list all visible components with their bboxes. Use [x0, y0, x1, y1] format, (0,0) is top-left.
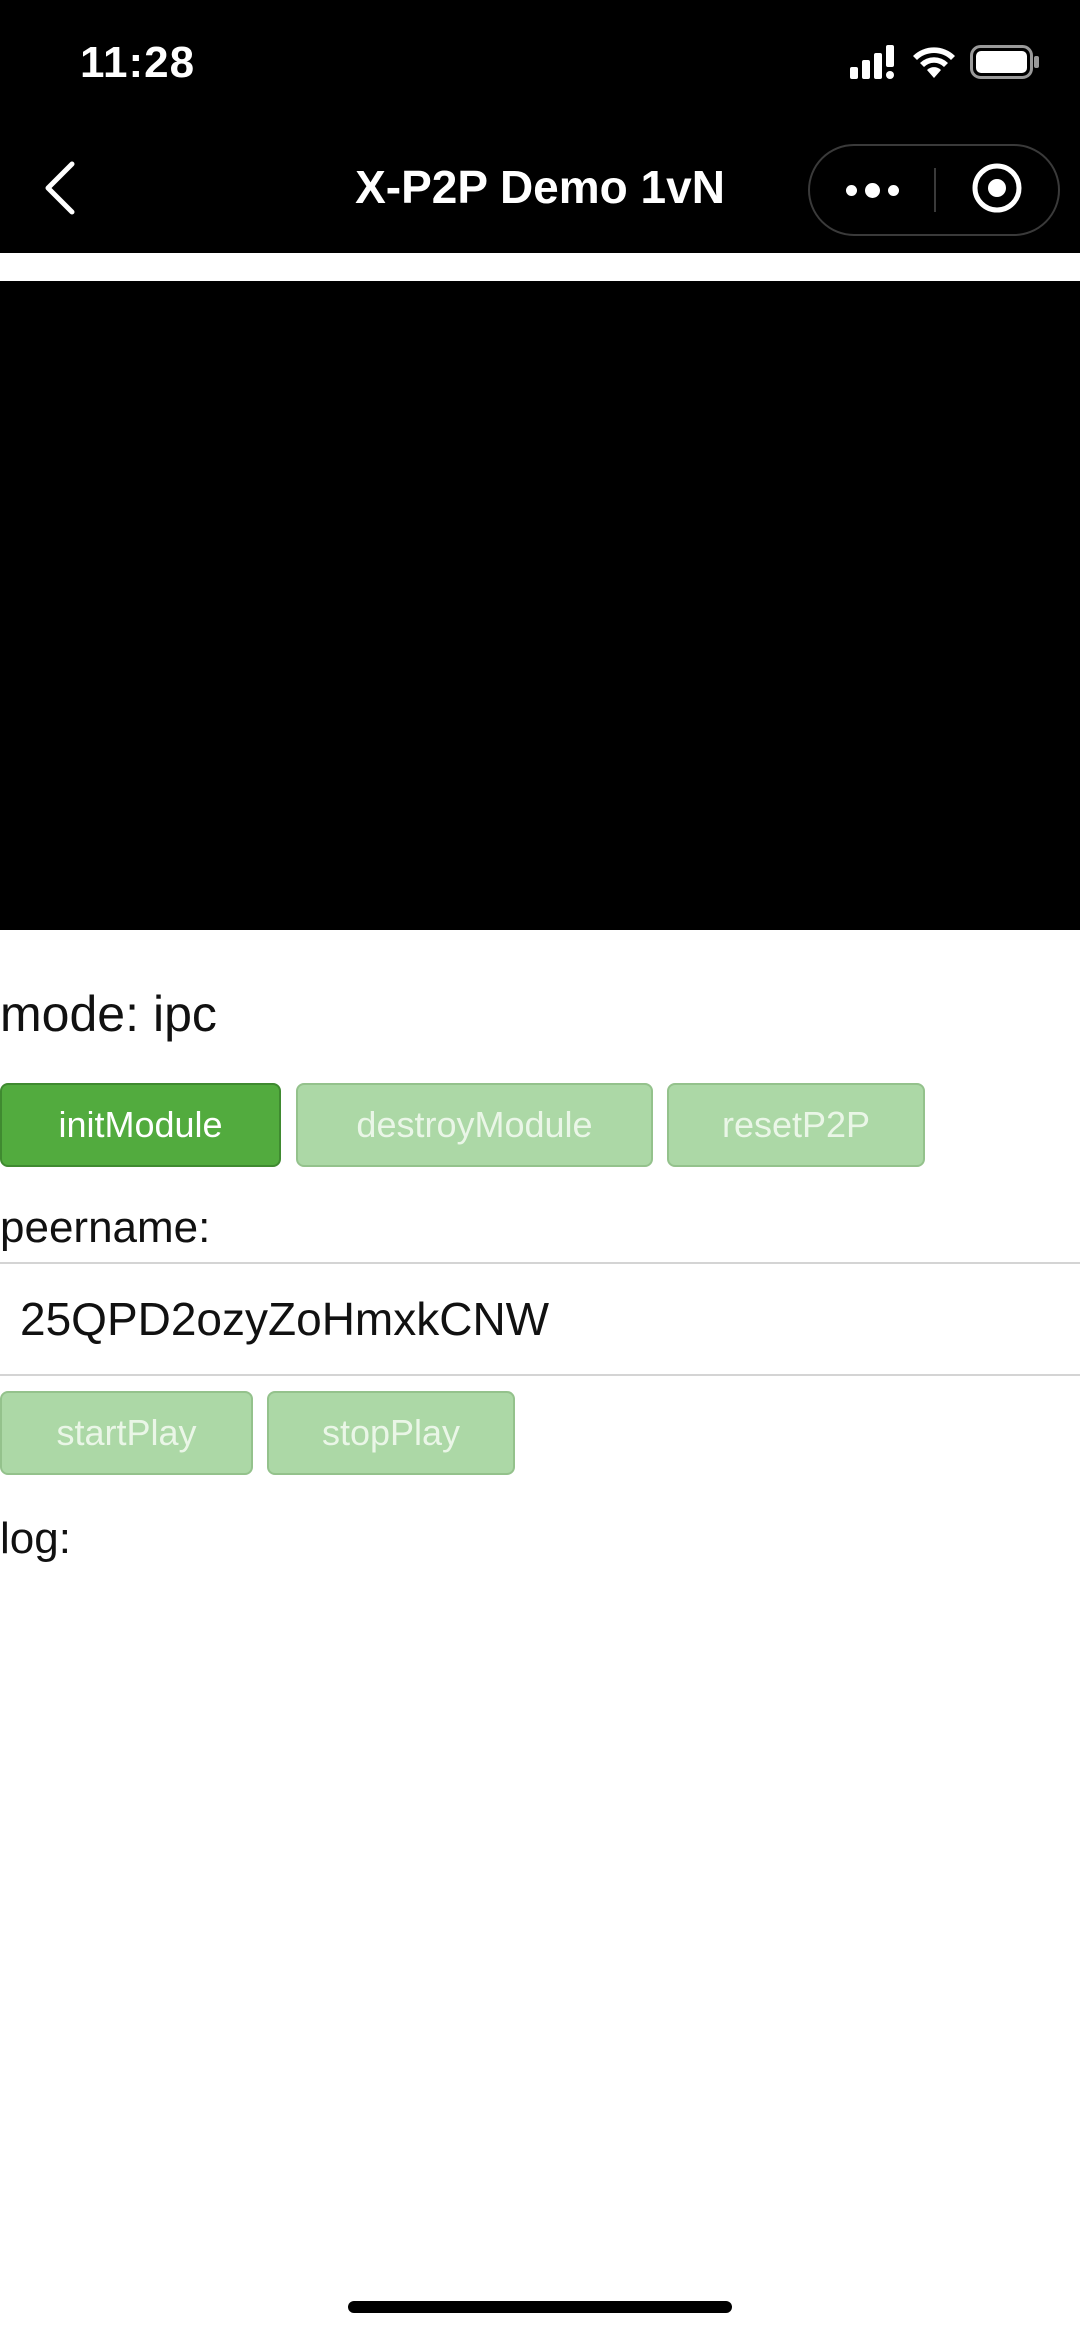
- mode-value: ipc: [152, 986, 217, 1042]
- start-play-button[interactable]: startPlay: [0, 1391, 253, 1475]
- more-button[interactable]: [810, 146, 934, 234]
- stop-play-button[interactable]: stopPlay: [267, 1391, 515, 1475]
- mode-label: mode:: [0, 986, 139, 1042]
- status-time: 11:28: [80, 38, 196, 87]
- status-icons: [850, 44, 1040, 84]
- log-output: [0, 1580, 1080, 2260]
- reset-p2p-button[interactable]: resetP2P: [667, 1083, 925, 1167]
- cellular-signal-icon: [850, 44, 898, 84]
- wifi-icon: [912, 45, 956, 84]
- video-player[interactable]: [0, 281, 1080, 930]
- log-label: log:: [0, 1514, 71, 1563]
- peername-input[interactable]: [20, 1264, 1060, 1374]
- close-button[interactable]: [936, 146, 1058, 234]
- peername-label: peername:: [0, 1203, 211, 1252]
- battery-icon: [970, 44, 1040, 84]
- more-dots-icon-end: [887, 184, 899, 196]
- home-indicator: [348, 2301, 732, 2313]
- mode-line: mode: ipc: [0, 985, 217, 1043]
- app-header: 11:28 X-P2P Demo 1vN: [0, 0, 1080, 253]
- more-dots-icon-center: [864, 182, 880, 198]
- peername-field-wrapper: [0, 1262, 1080, 1376]
- menu-capsule: [808, 144, 1060, 236]
- more-dots-icon: [845, 184, 857, 196]
- destroy-module-button[interactable]: destroyModule: [296, 1083, 653, 1167]
- record-target-icon: [971, 162, 1023, 219]
- init-module-button[interactable]: initModule: [0, 1083, 281, 1167]
